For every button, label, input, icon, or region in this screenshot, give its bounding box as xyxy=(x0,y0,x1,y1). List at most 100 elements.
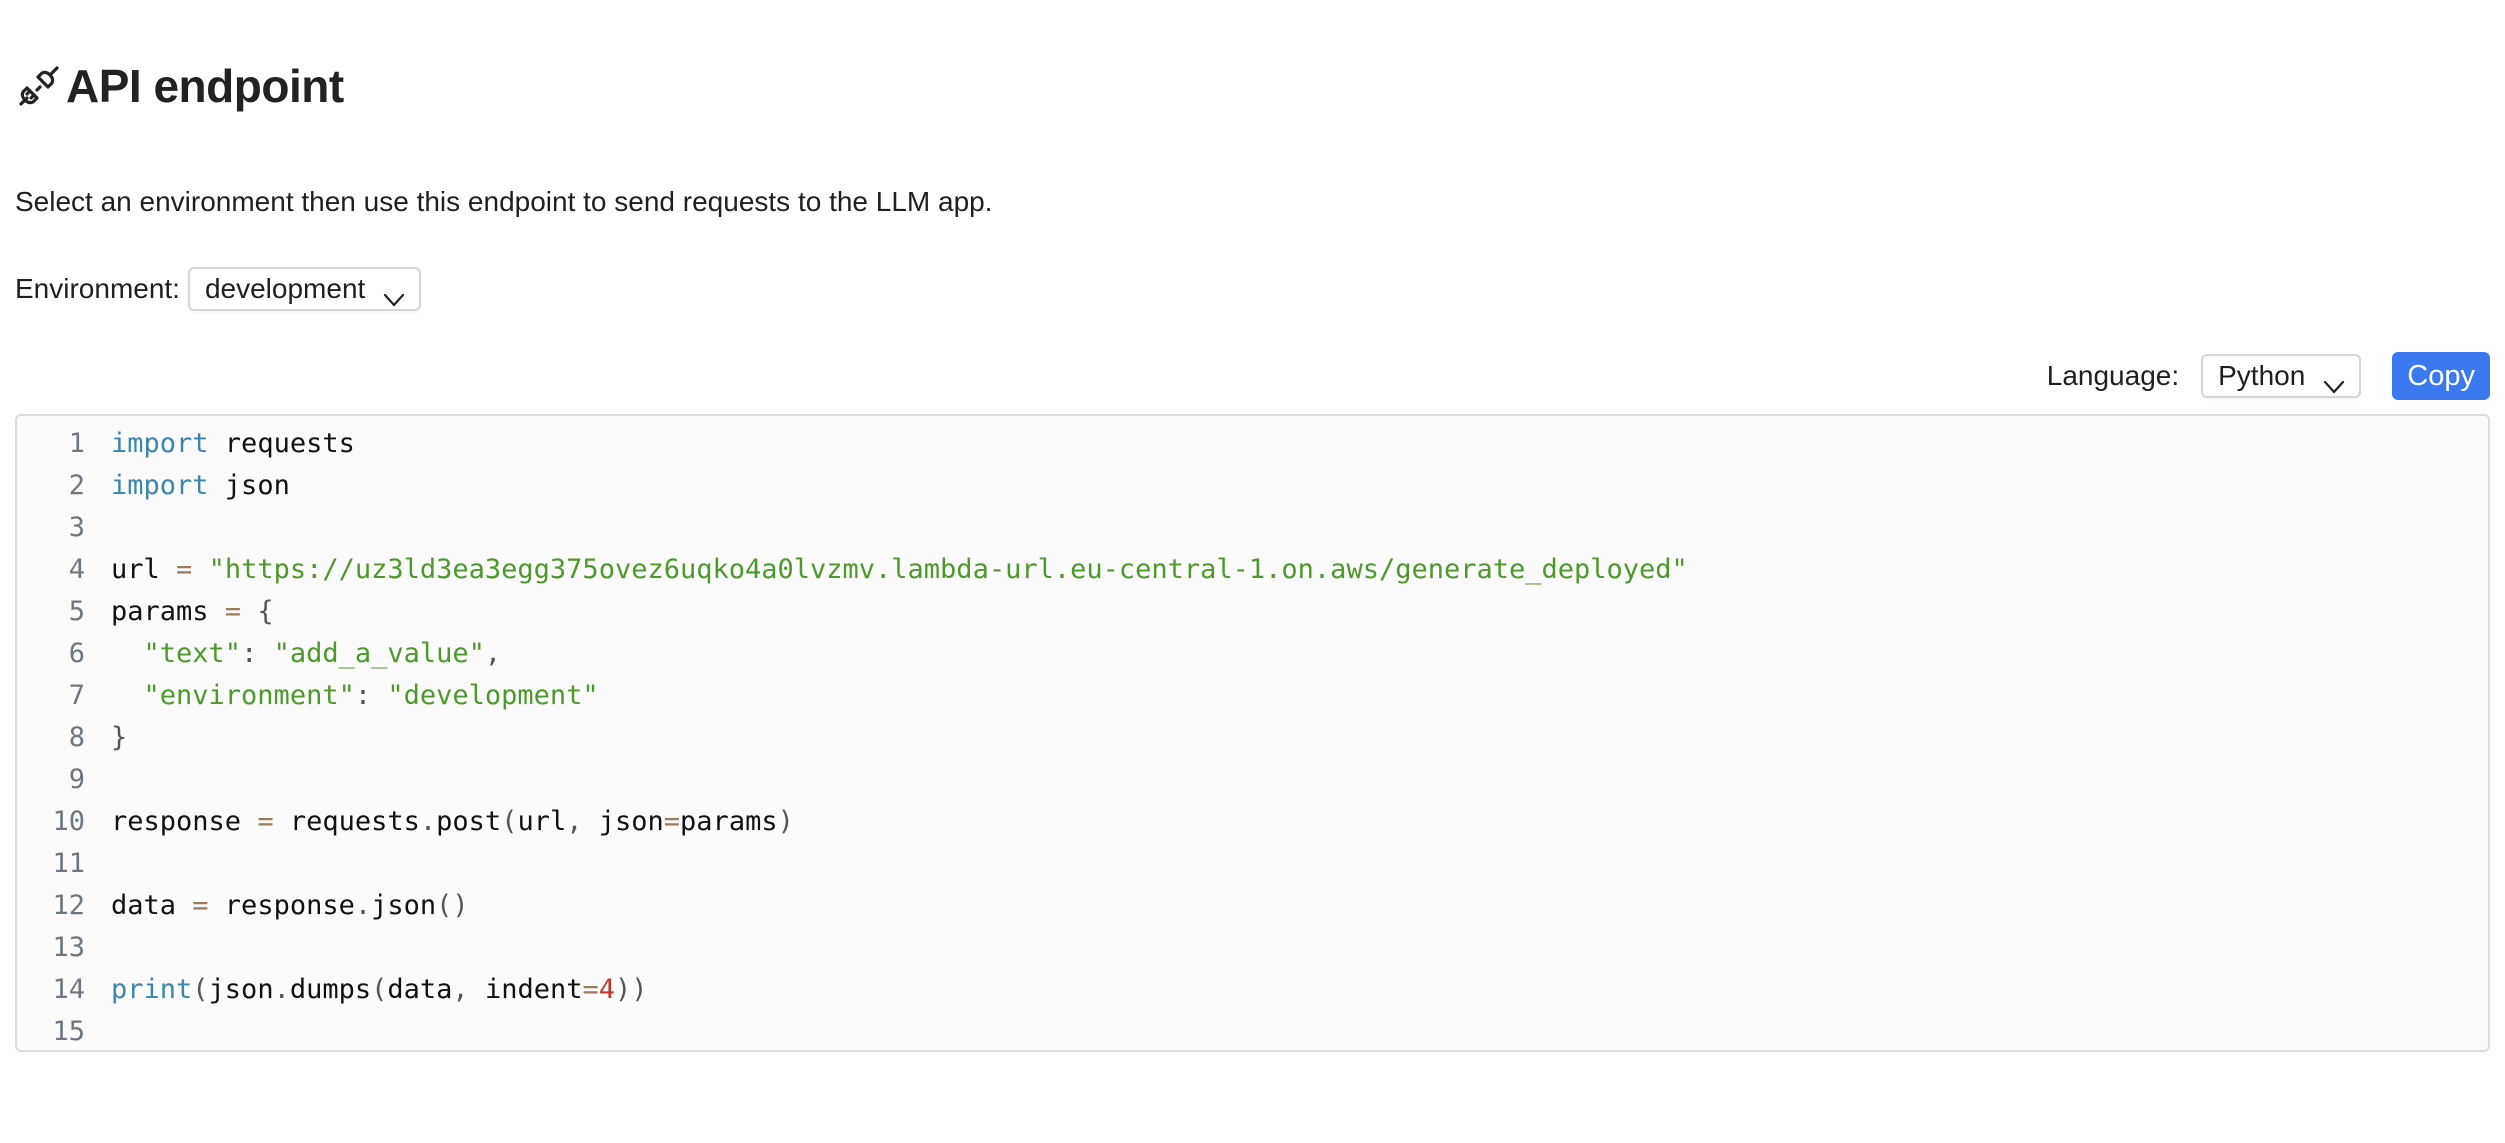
code-token: () xyxy=(436,889,469,921)
line-number: 13 xyxy=(52,931,85,963)
code-text: data = response.json() xyxy=(111,890,469,921)
code-line: 12 data = response.json() xyxy=(17,884,2488,926)
line-number: 6 xyxy=(68,637,85,669)
code-line: 15 xyxy=(17,1010,2488,1052)
code-token: "add_a_value" xyxy=(273,637,485,669)
code-token: = xyxy=(663,805,681,837)
code-token: ) xyxy=(777,805,794,837)
code-token: response xyxy=(208,889,355,921)
code-line: 14 print(json.dumps(data, indent=4)) xyxy=(17,968,2488,1010)
code-text: response = requests.post(url, json=param… xyxy=(111,806,794,837)
code-token: "development" xyxy=(387,679,599,711)
environment-label: Environment: xyxy=(15,273,180,304)
code-token: : xyxy=(354,679,388,711)
code-token: print xyxy=(111,973,193,1005)
line-number: 10 xyxy=(52,805,85,837)
code-token: . xyxy=(273,973,290,1005)
code-token: import xyxy=(111,427,209,459)
code-line: 1 import requests xyxy=(17,422,2488,464)
code-token: 4 xyxy=(598,973,616,1005)
page-title: API endpoint xyxy=(16,58,344,114)
code-text: params = { xyxy=(111,596,274,627)
code-text: "environment": "development" xyxy=(111,680,599,711)
code-text: print(json.dumps(data, indent=4)) xyxy=(111,974,648,1005)
line-number: 3 xyxy=(68,511,85,543)
code-token: = xyxy=(224,595,242,627)
line-number: 15 xyxy=(52,1015,85,1047)
code-line: 11 xyxy=(17,842,2488,884)
code-token: . xyxy=(354,889,372,921)
code-token: requests xyxy=(208,427,355,459)
code-token: : xyxy=(241,637,274,669)
code-token: = xyxy=(582,973,599,1005)
plug-icon xyxy=(16,63,62,109)
code-token: "https://uz3ld3ea3egg375ovez6uqko4a0lvzm… xyxy=(208,553,1688,585)
code-token: import xyxy=(111,469,209,501)
code-token: json xyxy=(208,973,274,1005)
code-text: } xyxy=(111,722,127,753)
chevron-down-icon xyxy=(383,282,405,307)
code-token: data xyxy=(387,973,453,1005)
language-label: Language: xyxy=(2046,360,2180,391)
code-token: = xyxy=(257,805,274,837)
code-token: , xyxy=(566,805,599,837)
code-token: json xyxy=(208,469,290,501)
code-line: 3 xyxy=(17,506,2488,548)
code-line: 4 url = "https://uz3ld3ea3egg375ovez6uqko… xyxy=(17,548,2488,590)
code-token: , xyxy=(452,973,485,1005)
code-token: = xyxy=(176,553,193,585)
code-line: 8} xyxy=(17,716,2488,758)
code-toolbar: Language: Python Copy xyxy=(2047,352,2490,400)
code-line: 5 params = { xyxy=(17,590,2488,632)
code-token: } xyxy=(111,721,128,753)
code-token: { xyxy=(257,595,274,627)
code-token: params xyxy=(111,595,225,627)
page-description: Select an environment then use this endp… xyxy=(15,186,993,217)
code-token: )) xyxy=(615,973,648,1005)
code-token: ( xyxy=(371,973,388,1005)
copy-button[interactable]: Copy xyxy=(2392,352,2490,400)
language-select-value: Python xyxy=(2218,360,2306,391)
line-number: 11 xyxy=(52,847,85,879)
code-line: 10 response = requests.post(url, json=par… xyxy=(17,800,2488,842)
code-token: "environment" xyxy=(143,679,355,711)
code-token: url xyxy=(111,553,177,585)
code-token: requests xyxy=(273,805,420,837)
code-token: post xyxy=(436,805,502,837)
environment-select-value: development xyxy=(204,273,366,304)
code-token: dumps xyxy=(289,973,372,1005)
code-text: import json xyxy=(111,470,290,501)
code-token: json xyxy=(371,889,437,921)
code-token: = xyxy=(192,889,209,921)
line-number: 7 xyxy=(68,679,85,711)
code-token: "text" xyxy=(143,637,242,669)
line-number: 9 xyxy=(68,763,85,795)
page-title-text: API endpoint xyxy=(66,60,344,112)
language-select[interactable]: Python xyxy=(2201,354,2362,398)
line-number: 5 xyxy=(68,595,85,627)
code-token: indent xyxy=(484,973,583,1005)
code-token: . xyxy=(419,805,437,837)
environment-select[interactable]: development xyxy=(187,267,422,311)
code-token: ( xyxy=(501,805,518,837)
line-number: 14 xyxy=(52,973,85,1005)
line-number: 2 xyxy=(68,469,85,501)
code-token: response xyxy=(111,805,258,837)
code-line: 13 xyxy=(17,926,2488,968)
code-line: 7 "environment": "development" xyxy=(17,674,2488,716)
code-line: 9 xyxy=(17,758,2488,800)
environment-row: Environment: development xyxy=(15,265,422,313)
code-line: 6 "text": "add_a_value", xyxy=(17,632,2488,674)
code-editor[interactable]: 1 import requests 2 import json 3 4 url = "htt… xyxy=(15,414,2490,1052)
code-line: 2 import json xyxy=(17,464,2488,506)
line-number: 1 xyxy=(68,427,85,459)
code-token: data xyxy=(111,889,193,921)
code-text: import requests xyxy=(111,428,355,459)
line-number: 8 xyxy=(68,721,85,753)
code-token: ( xyxy=(192,973,209,1005)
code-token: url xyxy=(517,805,567,837)
line-number: 12 xyxy=(52,889,85,921)
